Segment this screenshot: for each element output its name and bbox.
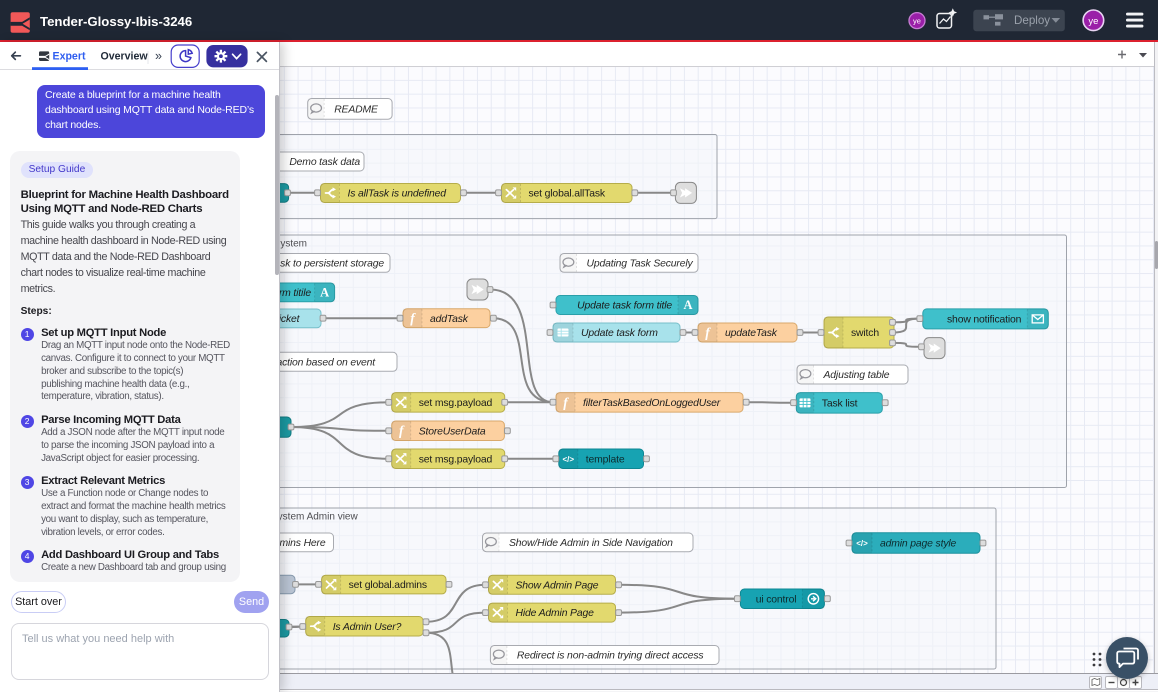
svg-text:admin page style: admin page style [880, 539, 957, 550]
svg-text:addTask: addTask [430, 314, 469, 325]
svg-text:ye: ye [913, 17, 921, 26]
svg-text:Updating Task Securely: Updating Task Securely [587, 259, 694, 270]
svg-text:ui control: ui control [756, 594, 797, 605]
svg-text:Hide Admin Page: Hide Admin Page [516, 608, 595, 619]
svg-text:Overview: Overview [101, 51, 149, 63]
svg-text:Update task form title: Update task form title [577, 301, 672, 312]
svg-text:show notification: show notification [947, 315, 1022, 326]
svg-text:Redirect is non-admin trying d: Redirect is non-admin trying direct acce… [517, 651, 704, 662]
svg-text:set global.admins: set global.admins [349, 580, 427, 591]
svg-text:</>: </> [856, 539, 868, 548]
svg-text:ticket: ticket [280, 314, 301, 325]
svg-text:Tender-Glossy-Ibis-3246: Tender-Glossy-Ibis-3246 [40, 14, 192, 29]
svg-text:updateTask: updateTask [725, 328, 778, 339]
svg-text:Deploy: Deploy [1014, 14, 1050, 27]
svg-text:Is Admin User?: Is Admin User? [333, 622, 402, 633]
svg-text:set global.allTask: set global.allTask [529, 189, 606, 200]
svg-text:Adjusting table: Adjusting table [823, 370, 890, 381]
svg-text:Demo task data: Demo task data [289, 157, 360, 168]
svg-text:filterTaskBasedOnLoggedUser: filterTaskBasedOnLoggedUser [583, 398, 721, 409]
svg-text:set msg.payload: set msg.payload [419, 398, 493, 409]
svg-text:Task list: Task list [822, 399, 858, 410]
svg-text:ye: ye [1088, 16, 1098, 27]
svg-text:Show/Hide Admin in Side Naviga: Show/Hide Admin in Side Navigation [509, 538, 673, 549]
svg-text:A: A [320, 286, 329, 300]
svg-text:»: » [155, 49, 162, 63]
svg-text:template: template [586, 454, 625, 465]
svg-text:README: README [334, 105, 379, 116]
svg-text:set msg.payload: set msg.payload [419, 454, 493, 465]
svg-text:Expert: Expert [53, 51, 86, 63]
svg-text:Add Admins Here: Add Admins Here [280, 538, 326, 549]
svg-text:StoreUserData: StoreUserData [419, 426, 486, 437]
svg-text:Task Management System: Task Management System [280, 239, 307, 250]
svg-text:Show Admin Page: Show Admin Page [516, 580, 599, 591]
svg-text:Save task to persistent storag: Save task to persistent storage [280, 259, 384, 270]
svg-text:Update task form titile: Update task form titile [280, 288, 311, 299]
svg-text:Is allTask is undefined: Is allTask is undefined [348, 189, 448, 200]
svg-text:System Admin view: System Admin view [280, 512, 358, 523]
svg-text:</>: </> [563, 455, 575, 464]
svg-text:A: A [683, 298, 692, 312]
svg-text:switch: switch [851, 328, 879, 339]
svg-text:Update task form: Update task form [581, 328, 658, 339]
svg-text:Take action based on event: Take action based on event [280, 358, 376, 369]
